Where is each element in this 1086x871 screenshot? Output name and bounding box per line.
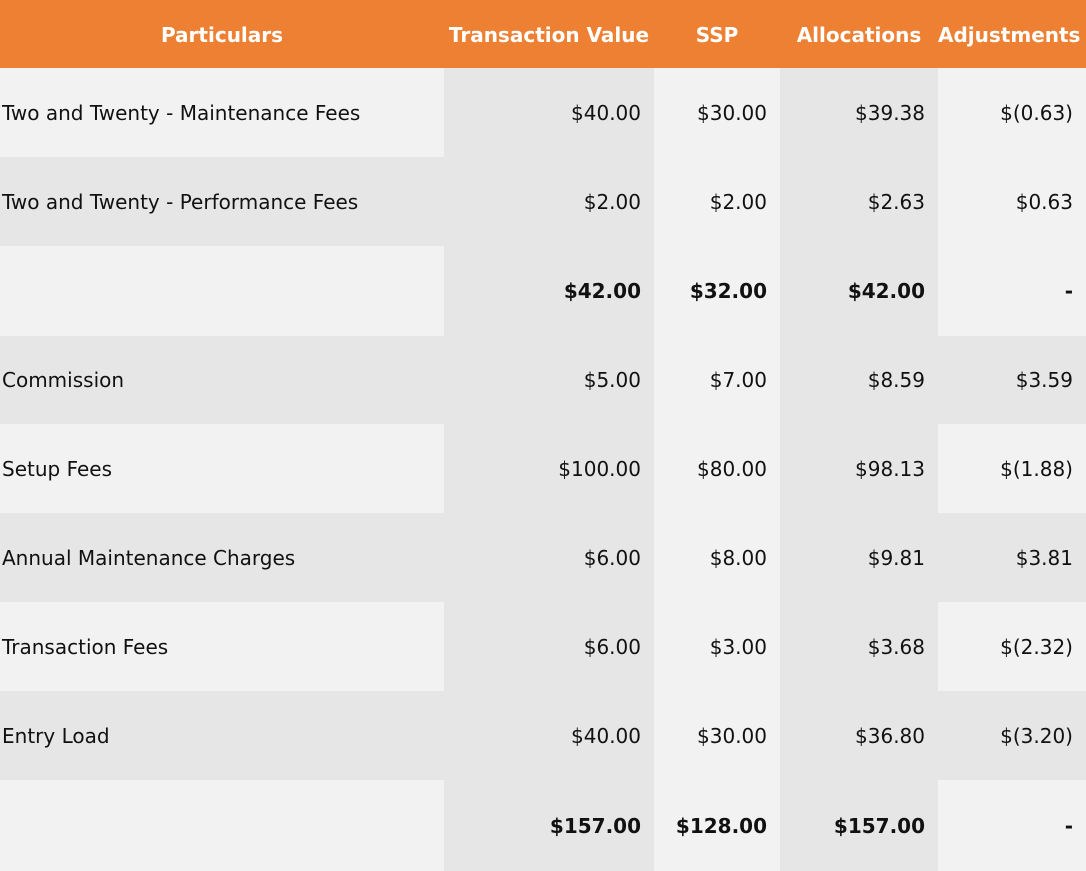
cell-particulars	[0, 780, 444, 871]
cell-particulars: Two and Twenty - Maintenance Fees	[0, 68, 444, 157]
cell-ssp: $128.00	[654, 780, 780, 871]
cell-adjustments: $3.81	[938, 513, 1086, 602]
cell-transaction-value: $2.00	[444, 157, 654, 246]
table-row: Two and Twenty - Maintenance Fees $40.00…	[0, 68, 1086, 157]
cell-adjustments: -	[938, 780, 1086, 871]
cell-transaction-value: $5.00	[444, 336, 654, 424]
cell-transaction-value: $42.00	[444, 246, 654, 336]
cell-allocations: $157.00	[780, 780, 938, 871]
header-particulars: Particulars	[160, 23, 284, 47]
allocation-table: Particulars Transaction Value SSP Alloca…	[0, 0, 1086, 871]
header-ssp: SSP	[695, 23, 739, 47]
cell-transaction-value: $40.00	[444, 691, 654, 780]
cell-ssp: $32.00	[654, 246, 780, 336]
subtotal-row: $42.00 $32.00 $42.00 -	[0, 246, 1086, 336]
cell-ssp: $80.00	[654, 424, 780, 513]
cell-particulars: Setup Fees	[0, 424, 444, 513]
cell-allocations: $3.68	[780, 602, 938, 691]
cell-allocations: $39.38	[780, 68, 938, 157]
cell-ssp: $2.00	[654, 157, 780, 246]
cell-particulars: Entry Load	[0, 691, 444, 780]
cell-transaction-value: $6.00	[444, 602, 654, 691]
cell-allocations: $9.81	[780, 513, 938, 602]
cell-ssp: $7.00	[654, 336, 780, 424]
header-allocations: Allocations	[796, 23, 922, 47]
cell-allocations: $36.80	[780, 691, 938, 780]
cell-transaction-value: $157.00	[444, 780, 654, 871]
table-row: Annual Maintenance Charges $6.00 $8.00 $…	[0, 513, 1086, 602]
cell-allocations: $8.59	[780, 336, 938, 424]
cell-ssp: $8.00	[654, 513, 780, 602]
cell-ssp: $3.00	[654, 602, 780, 691]
table-row: Commission $5.00 $7.00 $8.59 $3.59	[0, 336, 1086, 424]
table-row: Setup Fees $100.00 $80.00 $98.13 $(1.88)	[0, 424, 1086, 513]
table-row: Transaction Fees $6.00 $3.00 $3.68 $(2.3…	[0, 602, 1086, 691]
cell-particulars: Two and Twenty - Performance Fees	[0, 157, 444, 246]
table-row: Two and Twenty - Performance Fees $2.00 …	[0, 157, 1086, 246]
header-adjustments: Adjustments	[938, 23, 1081, 47]
cell-adjustments: $(3.20)	[938, 691, 1086, 780]
cell-adjustments: $(2.32)	[938, 602, 1086, 691]
total-row: $157.00 $128.00 $157.00 -	[0, 780, 1086, 871]
cell-transaction-value: $100.00	[444, 424, 654, 513]
cell-particulars: Commission	[0, 336, 444, 424]
cell-adjustments: $3.59	[938, 336, 1086, 424]
cell-ssp: $30.00	[654, 68, 780, 157]
cell-adjustments: $(1.88)	[938, 424, 1086, 513]
cell-adjustments: $(0.63)	[938, 68, 1086, 157]
table-row: Entry Load $40.00 $30.00 $36.80 $(3.20)	[0, 691, 1086, 780]
cell-particulars: Transaction Fees	[0, 602, 444, 691]
cell-transaction-value: $40.00	[444, 68, 654, 157]
cell-allocations: $42.00	[780, 246, 938, 336]
cell-adjustments: -	[938, 246, 1086, 336]
cell-particulars	[0, 246, 444, 336]
cell-transaction-value: $6.00	[444, 513, 654, 602]
cell-particulars: Annual Maintenance Charges	[0, 513, 444, 602]
header-transaction-value: Transaction Value	[448, 23, 650, 47]
cell-allocations: $2.63	[780, 157, 938, 246]
cell-adjustments: $0.63	[938, 157, 1086, 246]
table-header: Particulars Transaction Value SSP Alloca…	[0, 0, 1086, 68]
cell-allocations: $98.13	[780, 424, 938, 513]
cell-ssp: $30.00	[654, 691, 780, 780]
